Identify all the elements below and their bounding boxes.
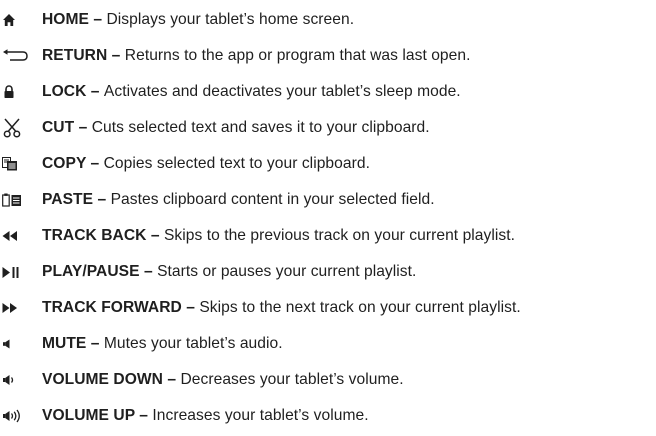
- key-name: PLAY/PAUSE: [42, 263, 140, 280]
- key-separator: –: [181, 299, 200, 316]
- key-separator: –: [93, 191, 111, 208]
- key-separator: –: [74, 119, 92, 136]
- scissors-icon: [2, 110, 32, 146]
- key-name: MUTE: [42, 335, 87, 352]
- key-description: Pastes clipboard content in your selecte…: [110, 191, 435, 208]
- list-item-volume-up: VOLUME UP – Increases your tablet’s volu…: [0, 398, 656, 434]
- key-description: Decreases your tablet’s volume.: [180, 371, 404, 388]
- key-separator: –: [162, 371, 181, 388]
- play-pause-icon: [2, 254, 32, 290]
- key-name: COPY: [42, 155, 87, 172]
- key-name: HOME: [42, 11, 89, 28]
- key-description: Starts or pauses your current playlist.: [157, 263, 417, 280]
- volume-up-icon: [2, 398, 32, 434]
- key-text: CUT – Cuts selected text and saves it to…: [42, 110, 430, 146]
- key-text: TRACK FORWARD – Skips to the next track …: [42, 290, 521, 326]
- paste-icon: [2, 182, 32, 218]
- key-name: TRACK FORWARD: [42, 299, 182, 316]
- key-text: COPY – Copies selected text to your clip…: [42, 146, 370, 182]
- list-item-track-forward: TRACK FORWARD – Skips to the next track …: [0, 290, 656, 326]
- list-item-lock: LOCK – Activates and deactivates your ta…: [0, 74, 656, 110]
- key-separator: –: [86, 155, 104, 172]
- key-text: VOLUME UP – Increases your tablet’s volu…: [42, 398, 369, 434]
- key-description: Returns to the app or program that was l…: [124, 47, 471, 64]
- key-text: MUTE – Mutes your tablet’s audio.: [42, 326, 283, 362]
- list-item-return: RETURN – Returns to the app or program t…: [0, 38, 656, 74]
- key-separator: –: [139, 263, 158, 280]
- volume-down-icon: [2, 362, 32, 398]
- rewind-icon: [2, 218, 32, 254]
- key-description: Mutes your tablet’s audio.: [103, 335, 283, 352]
- list-item-mute: MUTE – Mutes your tablet’s audio.: [0, 326, 656, 362]
- key-name: CUT: [42, 119, 75, 136]
- key-separator: –: [107, 47, 125, 64]
- list-item-copy: COPY – Copies selected text to your clip…: [0, 146, 656, 182]
- key-text: VOLUME DOWN – Decreases your tablet’s vo…: [42, 362, 404, 398]
- key-text: TRACK BACK – Skips to the previous track…: [42, 218, 515, 254]
- key-name: VOLUME UP: [42, 407, 135, 424]
- key-separator: –: [86, 335, 104, 352]
- list-item-volume-down: VOLUME DOWN – Decreases your tablet’s vo…: [0, 362, 656, 398]
- key-name: RETURN: [42, 47, 108, 64]
- key-description: Skips to the previous track on your curr…: [163, 227, 516, 244]
- home-icon: [2, 2, 32, 38]
- key-name: LOCK: [42, 83, 87, 100]
- key-name: TRACK BACK: [42, 227, 147, 244]
- key-text: LOCK – Activates and deactivates your ta…: [42, 74, 461, 110]
- function-key-list: HOME – Displays your tablet’s home scree…: [0, 2, 656, 434]
- return-icon: [2, 38, 32, 74]
- key-separator: –: [146, 227, 164, 244]
- key-text: HOME – Displays your tablet’s home scree…: [42, 2, 354, 38]
- key-name: PASTE: [42, 191, 94, 208]
- key-description: Displays your tablet’s home screen.: [106, 11, 355, 28]
- key-text: RETURN – Returns to the app or program t…: [42, 38, 470, 74]
- key-separator: –: [86, 83, 104, 100]
- key-text: PLAY/PAUSE – Starts or pauses your curre…: [42, 254, 416, 290]
- key-name: VOLUME DOWN: [42, 371, 163, 388]
- key-description: Increases your tablet’s volume.: [152, 407, 369, 424]
- key-description: Cuts selected text and saves it to your …: [91, 119, 430, 136]
- list-item-home: HOME – Displays your tablet’s home scree…: [0, 2, 656, 38]
- key-separator: –: [88, 11, 107, 28]
- fast-forward-icon: [2, 290, 32, 326]
- list-item-track-back: TRACK BACK – Skips to the previous track…: [0, 218, 656, 254]
- key-description: Skips to the next track on your current …: [199, 299, 521, 316]
- mute-icon: [2, 326, 32, 362]
- key-separator: –: [134, 407, 153, 424]
- list-item-cut: CUT – Cuts selected text and saves it to…: [0, 110, 656, 146]
- key-description: Activates and deactivates your tablet’s …: [103, 83, 461, 100]
- key-text: PASTE – Pastes clipboard content in your…: [42, 182, 435, 218]
- list-item-play-pause: PLAY/PAUSE – Starts or pauses your curre…: [0, 254, 656, 290]
- list-item-paste: PASTE – Pastes clipboard content in your…: [0, 182, 656, 218]
- copy-icon: [2, 146, 32, 182]
- lock-icon: [2, 74, 32, 110]
- key-description: Copies selected text to your clipboard.: [103, 155, 370, 172]
